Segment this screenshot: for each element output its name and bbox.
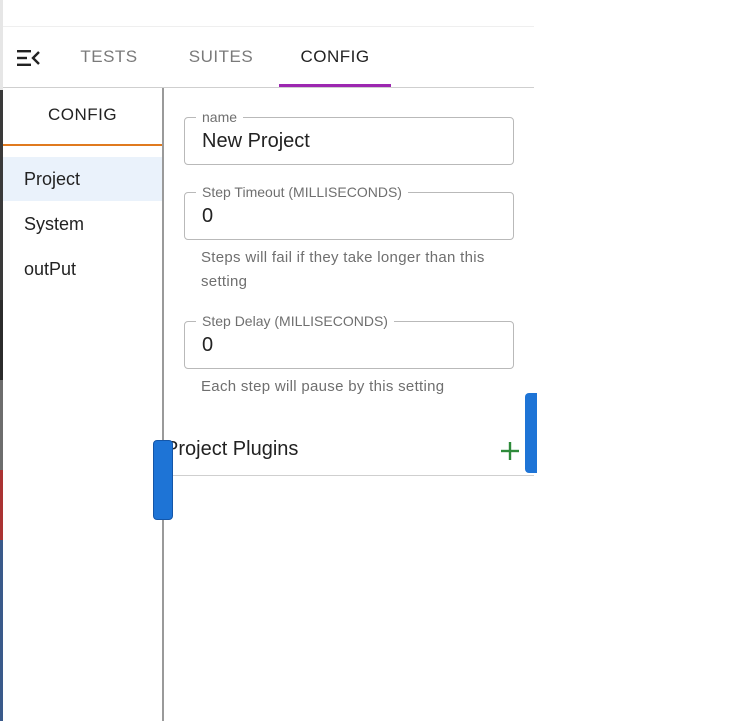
panel-resize-handle[interactable] <box>525 393 537 473</box>
sidebar-item-system[interactable]: System <box>3 202 162 246</box>
plus-icon <box>501 442 519 460</box>
project-plugins-title: Project Plugins <box>165 438 299 460</box>
sidebar-title-underline <box>3 144 162 146</box>
sidebar-divider <box>162 88 164 721</box>
step-delay-input[interactable] <box>202 334 492 357</box>
step-timeout-field[interactable]: Step Timeout (MILLISECONDS) <box>184 183 514 240</box>
step-timeout-label: Step Timeout (MILLISECONDS) <box>196 183 408 201</box>
tab-tests[interactable]: TESTS <box>63 27 155 87</box>
step-delay-label: Step Delay (MILLISECONDS) <box>196 312 394 330</box>
top-tab-bar: TESTS SUITES CONFIG <box>3 26 534 89</box>
sidebar-item-output[interactable]: outPut <box>3 247 162 291</box>
step-timeout-input[interactable] <box>202 205 492 228</box>
step-delay-field[interactable]: Step Delay (MILLISECONDS) <box>184 312 514 369</box>
add-plugin-button[interactable] <box>497 438 523 464</box>
sidebar-title: CONFIG <box>47 105 118 124</box>
menu-collapse-icon[interactable] <box>16 47 42 69</box>
sidebar-item-project[interactable]: Project <box>3 157 162 201</box>
name-field[interactable]: name <box>184 108 514 165</box>
config-sidebar: CONFIG Project System outPut <box>3 88 162 721</box>
name-field-label: name <box>196 108 244 126</box>
name-input[interactable] <box>202 130 492 153</box>
sidebar-resize-handle[interactable] <box>153 440 173 520</box>
step-delay-helper: Each step will pause by this setting <box>201 378 445 395</box>
tab-suites[interactable]: SUITES <box>175 27 267 87</box>
plugins-divider <box>164 475 534 476</box>
step-timeout-helper: Steps will fail if they take longer than… <box>201 249 485 290</box>
tab-config[interactable]: CONFIG <box>279 27 391 87</box>
app-window: TESTS SUITES CONFIG CONFIG Project Syste… <box>3 0 537 721</box>
